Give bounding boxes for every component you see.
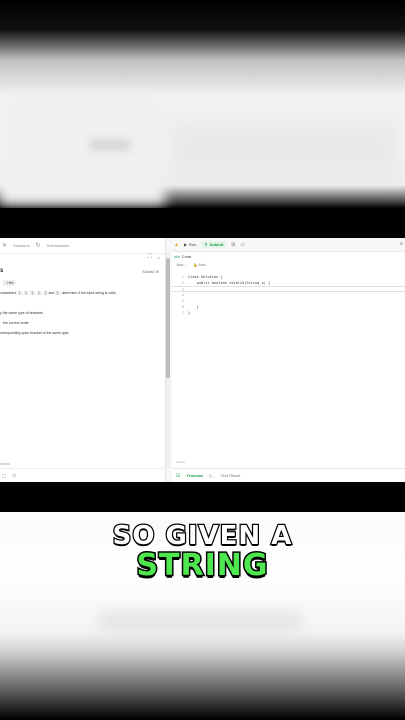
left-tab-bar: ✕ Solutions ↻ Submissions bbox=[0, 238, 165, 254]
tab-submissions[interactable]: Submissions bbox=[47, 243, 70, 248]
language-select[interactable]: Java ⌄ bbox=[176, 263, 187, 267]
submissions-icon: ↻ bbox=[35, 243, 41, 249]
code-line: 7} bbox=[181, 311, 191, 315]
letterbox-band-top bbox=[0, 208, 405, 238]
upload-icon: ⇪ bbox=[204, 242, 208, 247]
editor-toolbar: ▲ ▶ Run ⇪ Submit ⊞ ▭ ≡ bbox=[172, 238, 405, 252]
collapse-icon[interactable]: ⌄ bbox=[156, 254, 161, 261]
letterbox-band-bottom bbox=[0, 482, 405, 512]
expand-icon[interactable]: ⛶ bbox=[148, 254, 152, 261]
run-button[interactable]: ▶ Run bbox=[184, 242, 196, 247]
problem-title: s bbox=[0, 268, 4, 274]
terminal-icon: ▷_ bbox=[209, 473, 215, 478]
blurred-background-top bbox=[0, 0, 405, 208]
solved-badge: Solved ⊘ bbox=[142, 269, 159, 274]
auto-indicator: 🔒 Auto bbox=[193, 263, 206, 267]
code-editor-panel: ▲ ▶ Run ⇪ Submit ⊞ ▭ ≡ </> Code Java ⌄ 🔒… bbox=[172, 238, 405, 482]
share-icon[interactable]: ⊙ bbox=[12, 473, 16, 479]
description-scrollbar[interactable] bbox=[166, 252, 170, 468]
code-icon: </> bbox=[174, 254, 180, 259]
saved-note: Saved bbox=[0, 462, 10, 466]
problem-description-panel: ✕ Solutions ↻ Submissions ⛶ ⌄ s Solved ⊘… bbox=[0, 238, 166, 482]
solutions-icon: ✕ bbox=[2, 243, 8, 249]
blurred-shape bbox=[170, 120, 400, 180]
language-bar: Java ⌄ 🔒 Auto bbox=[176, 263, 206, 267]
left-footer-bar: ◻ ⊙ bbox=[0, 468, 166, 482]
code-editor[interactable]: 1 class Solution { 2 public boolean isVal… bbox=[172, 270, 405, 455]
submit-button[interactable]: ⇪ Submit bbox=[201, 241, 227, 248]
play-icon: ▶ bbox=[183, 242, 188, 247]
tab-testcase[interactable]: Testcase bbox=[186, 473, 203, 478]
comment-icon[interactable]: ◻ bbox=[2, 473, 6, 479]
layout-icon[interactable]: ⊞ bbox=[231, 242, 235, 248]
menu-icon[interactable]: ≡ bbox=[400, 241, 403, 247]
hint-tag[interactable]: ◦ Hint bbox=[2, 280, 17, 286]
description-line-1: characters '(', ')', '{', '}', '[' and '… bbox=[0, 291, 117, 295]
checkbox-icon: ☑ bbox=[176, 472, 181, 479]
tab-solutions[interactable]: Solutions bbox=[13, 243, 29, 248]
caption-line-1: SO GIVEN A bbox=[111, 520, 293, 553]
blurred-shape bbox=[100, 612, 300, 632]
left-toolbar: ⛶ ⌄ bbox=[148, 254, 161, 261]
notes-icon[interactable]: ▭ bbox=[241, 242, 246, 248]
editor-saved-note: Saved bbox=[176, 460, 185, 464]
description-line-3: the correct order. bbox=[3, 321, 30, 325]
tab-test-result[interactable]: Test Result bbox=[221, 473, 241, 478]
blurred-shape bbox=[0, 95, 165, 205]
blurred-shape bbox=[90, 140, 130, 150]
description-line-4: orresponding open bracket of the same ty… bbox=[0, 331, 70, 335]
scrollbar-thumb[interactable] bbox=[166, 258, 170, 378]
code-header: </> Code bbox=[174, 254, 192, 259]
bottom-tab-bar: ☑ Testcase ▷_ Test Result bbox=[172, 468, 405, 482]
description-line-2: y the same type of brackets. bbox=[0, 311, 44, 315]
bug-icon[interactable]: ▲ bbox=[174, 242, 179, 248]
caption-line-2: STRING bbox=[135, 547, 269, 585]
ide-screenshot: ✕ Solutions ↻ Submissions ⛶ ⌄ s Solved ⊘… bbox=[0, 238, 405, 482]
check-circle-icon: ⊘ bbox=[155, 269, 159, 274]
